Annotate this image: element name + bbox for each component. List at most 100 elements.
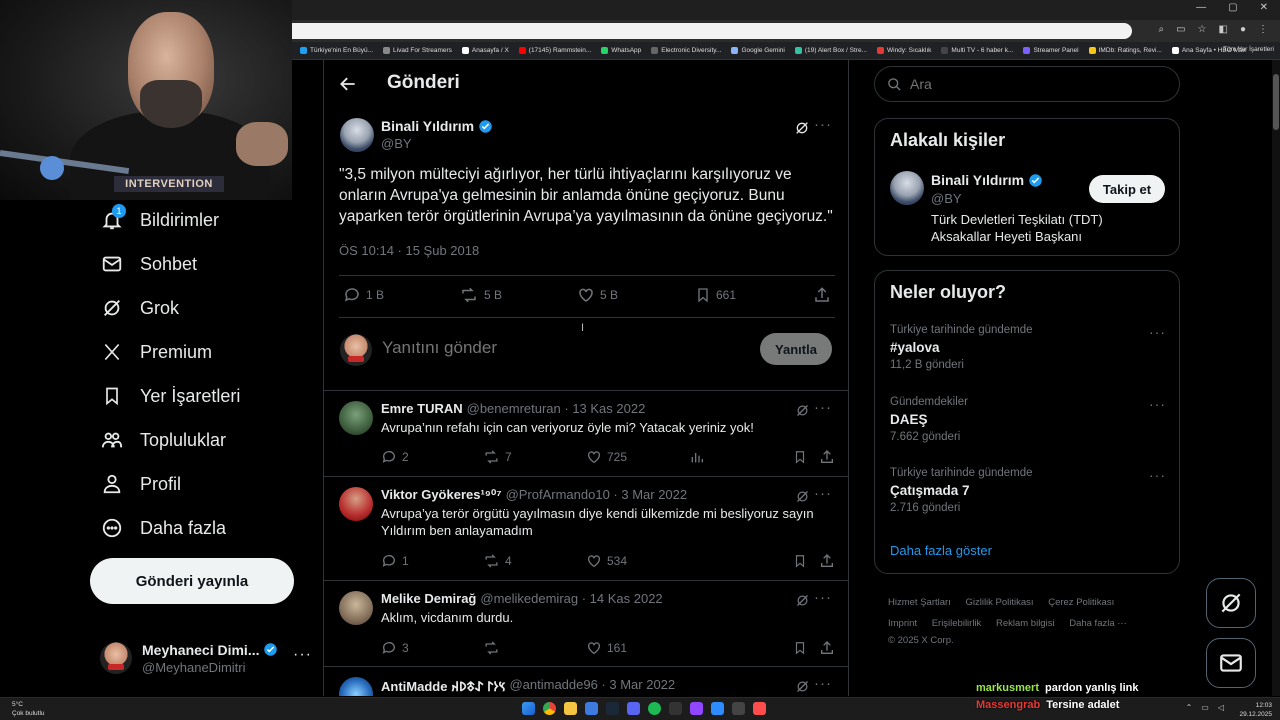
more-icon[interactable]: ···: [814, 485, 832, 502]
bookmark-button[interactable]: [793, 640, 807, 656]
app-icon[interactable]: [669, 702, 682, 715]
reply-author[interactable]: Melike Demirağ: [381, 591, 476, 606]
discord-icon[interactable]: [627, 702, 640, 715]
cast-icon[interactable]: ▭: [1176, 24, 1185, 35]
nav-item-profile[interactable]: Profil: [100, 464, 181, 504]
network-icon[interactable]: ▭: [1201, 703, 1209, 712]
bookmark-item[interactable]: Streamer Panel: [1023, 47, 1079, 54]
more-icon[interactable]: ···: [814, 116, 832, 133]
reply-input[interactable]: [382, 338, 742, 358]
reply-item[interactable]: Viktor Gyökeres¹⁹⁰⁷ @ProfArmando10 · 3 M…: [324, 477, 848, 581]
reply-button[interactable]: 1 B: [343, 286, 384, 304]
repost-button[interactable]: 5 B: [459, 286, 502, 304]
more-icon[interactable]: ···: [814, 675, 832, 692]
avatar[interactable]: [339, 401, 373, 435]
bookmark-item[interactable]: Windy: Sıcaklık: [876, 47, 931, 54]
weather-widget[interactable]: 5°C Çok bulutlu: [12, 700, 45, 718]
more-icon[interactable]: ···: [814, 589, 832, 606]
close-icon[interactable]: ✕: [1260, 2, 1268, 13]
post-button[interactable]: Gönderi yayınla: [90, 558, 294, 604]
tweet-author[interactable]: Binali Yıldırım: [381, 118, 493, 134]
obs-icon[interactable]: [732, 702, 745, 715]
avatar[interactable]: [339, 487, 373, 521]
twitch-icon[interactable]: [690, 702, 703, 715]
nav-item-chat[interactable]: Sohbet: [100, 244, 197, 284]
reply-button[interactable]: 1: [381, 553, 409, 569]
bookmark-item[interactable]: (19) Alert Box / Stre...: [794, 47, 867, 54]
reply-author[interactable]: Viktor Gyökeres¹⁹⁰⁷: [381, 487, 502, 503]
reply-item[interactable]: AntiMadde 𐰽𐰆𐰃 𐰀𐱃𐰖𐰴 @antimadde96 · 3 Mar …: [324, 667, 848, 696]
more-icon[interactable]: ···: [1149, 396, 1166, 412]
follow-button[interactable]: Takip et: [1089, 175, 1165, 203]
grok-fab[interactable]: [1206, 578, 1256, 628]
reply-button[interactable]: 3: [381, 640, 409, 656]
like-button[interactable]: 5 B: [577, 286, 618, 304]
more-icon[interactable]: ···: [1149, 467, 1166, 483]
star-icon[interactable]: ☆: [1198, 24, 1207, 35]
search-input[interactable]: [910, 76, 1160, 92]
share-button[interactable]: [819, 640, 835, 656]
footer-link[interactable]: Gizlilik Politikası: [965, 597, 1033, 608]
views-button[interactable]: [689, 449, 705, 465]
edge-icon[interactable]: [585, 702, 598, 715]
reply-item[interactable]: Melike Demirağ @melikedemirag · 14 Kas 2…: [324, 581, 848, 667]
bookmark-item[interactable]: Multi TV - 6 haber k...: [941, 47, 1013, 54]
nav-item-premium[interactable]: Premium: [100, 332, 212, 372]
reply-submit-button[interactable]: Yanıtla: [760, 333, 832, 365]
like-button[interactable]: 161: [586, 640, 627, 656]
bookmark-item[interactable]: Google Gemini: [731, 47, 785, 54]
scrollbar[interactable]: [1272, 60, 1280, 696]
all-bookmarks-button[interactable]: Tüm Yer İşaretleri: [1223, 46, 1274, 53]
footer-link[interactable]: Daha fazla ···: [1069, 618, 1127, 629]
bookmark-item[interactable]: Electronic Diversity...: [651, 47, 721, 54]
app-icon[interactable]: [753, 702, 766, 715]
bookmark-item[interactable]: Anasayfa / X: [461, 47, 509, 54]
like-button[interactable]: 725: [586, 449, 627, 465]
bookmark-item[interactable]: (17145) Rammstein...: [518, 47, 591, 54]
share-button[interactable]: [819, 553, 835, 569]
maximize-icon[interactable]: ▢: [1228, 2, 1237, 13]
nav-item-more[interactable]: Daha fazla: [100, 508, 226, 548]
zoom-icon[interactable]: ⌕: [1158, 24, 1164, 35]
bookmark-item[interactable]: WhatsApp: [601, 47, 641, 54]
footer-link[interactable]: Hizmet Şartları: [888, 597, 951, 608]
repost-button[interactable]: 4: [483, 553, 512, 569]
bookmark-item[interactable]: Livad For Streamers: [383, 47, 452, 54]
reply-item[interactable]: Emre TURAN @benemreturan · 13 Kas 2022 ·…: [324, 391, 848, 477]
bookmark-button[interactable]: 661: [695, 286, 736, 304]
chevron-up-icon[interactable]: ⌃: [1186, 703, 1193, 712]
nav-item-grok[interactable]: Grok: [100, 288, 179, 328]
avatar[interactable]: [339, 591, 373, 625]
bookmark-item[interactable]: IMDb: Ratings, Revi...: [1088, 47, 1162, 54]
reply-author[interactable]: Emre TURAN: [381, 401, 463, 416]
footer-link[interactable]: Çerez Politikası: [1048, 597, 1114, 608]
avatar[interactable]: [339, 677, 373, 696]
bookmark-button[interactable]: [793, 449, 807, 465]
scroll-thumb[interactable]: [1273, 74, 1279, 130]
account-switcher[interactable]: Meyhaneci Dimi... @MeyhaneDimitri ···: [100, 636, 312, 680]
chrome-icon[interactable]: [543, 702, 556, 715]
nav-item-bookmarks[interactable]: Yer İşaretleri: [100, 376, 240, 416]
footer-link[interactable]: Imprint: [888, 618, 917, 629]
grok-icon[interactable]: [794, 120, 810, 141]
share-button[interactable]: [813, 286, 831, 304]
footer-link[interactable]: Erişilebilirlik: [932, 618, 982, 629]
repost-button[interactable]: [483, 640, 500, 656]
show-more-link[interactable]: Daha fazla göster: [890, 543, 992, 558]
search-box[interactable]: [874, 66, 1180, 102]
trend-item[interactable]: Türkiye tarihinde gündemde Çatışmada 7 2…: [890, 467, 1166, 514]
more-icon[interactable]: ···: [814, 399, 832, 416]
messages-fab[interactable]: [1206, 638, 1256, 688]
address-bar[interactable]: [292, 23, 1132, 39]
avatar[interactable]: [890, 171, 924, 205]
spotify-icon[interactable]: [648, 702, 661, 715]
more-icon[interactable]: ···: [1149, 324, 1166, 340]
related-person-name[interactable]: Binali Yıldırım: [931, 172, 1043, 188]
volume-icon[interactable]: ◁: [1218, 703, 1224, 712]
tweet-timestamp[interactable]: ÖS 10:14 · 15 Şub 2018: [339, 243, 479, 258]
zoom-icon[interactable]: [711, 702, 724, 715]
steam-icon[interactable]: [606, 702, 619, 715]
start-icon[interactable]: [522, 702, 535, 715]
more-icon[interactable]: ···: [293, 646, 312, 664]
back-arrow-icon[interactable]: [338, 74, 360, 96]
